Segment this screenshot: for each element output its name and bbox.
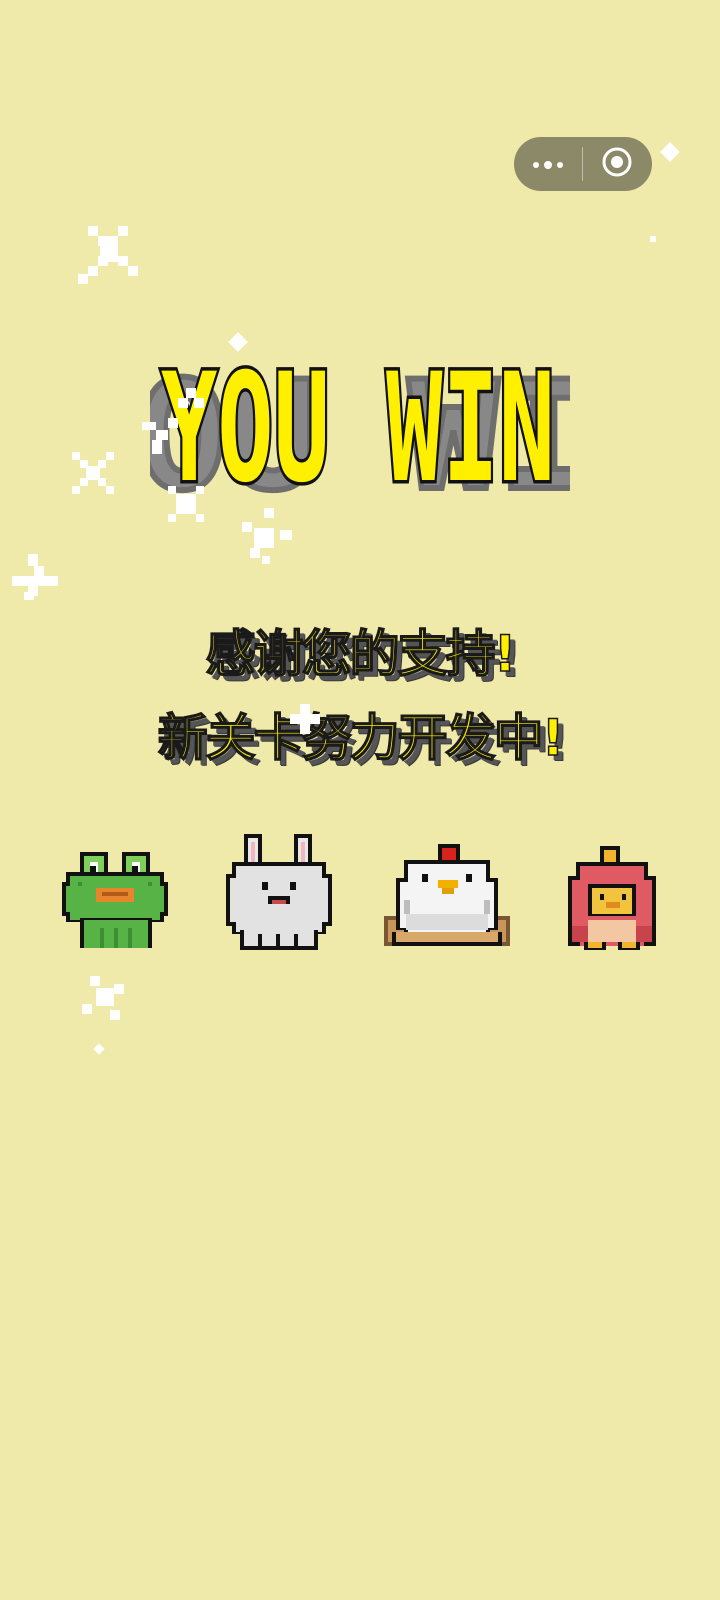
sparkle-icon: [658, 140, 682, 164]
sparkle-icon: [650, 236, 656, 242]
chicken-icon: [384, 844, 510, 950]
sparkle-icon: [142, 378, 222, 470]
more-button[interactable]: [514, 137, 582, 191]
sparkle-icon: [168, 486, 204, 522]
more-dots-icon: [532, 155, 564, 174]
mini-program-capsule: [514, 137, 652, 191]
close-button[interactable]: [583, 137, 651, 191]
frog-icon: [62, 852, 168, 948]
thanks-message: 感谢您的支持!: [205, 624, 517, 684]
sparkle-icon: [12, 554, 58, 600]
sparkle-icon: [290, 704, 320, 734]
sparkle-icon: [82, 976, 126, 1020]
sparkle-icon: [226, 330, 250, 354]
new-levels-message: 新关卡努力开发中!: [157, 708, 565, 768]
sparkle-icon: [242, 508, 294, 566]
target-circle-icon: [601, 146, 633, 182]
sparkle-icon: [72, 452, 114, 494]
sparkle-icon: [78, 226, 140, 284]
character-row: [0, 822, 720, 952]
red-costume-duck-icon: [566, 846, 658, 950]
sparkle-icon: [92, 1042, 106, 1056]
rabbit-icon: [226, 834, 332, 950]
